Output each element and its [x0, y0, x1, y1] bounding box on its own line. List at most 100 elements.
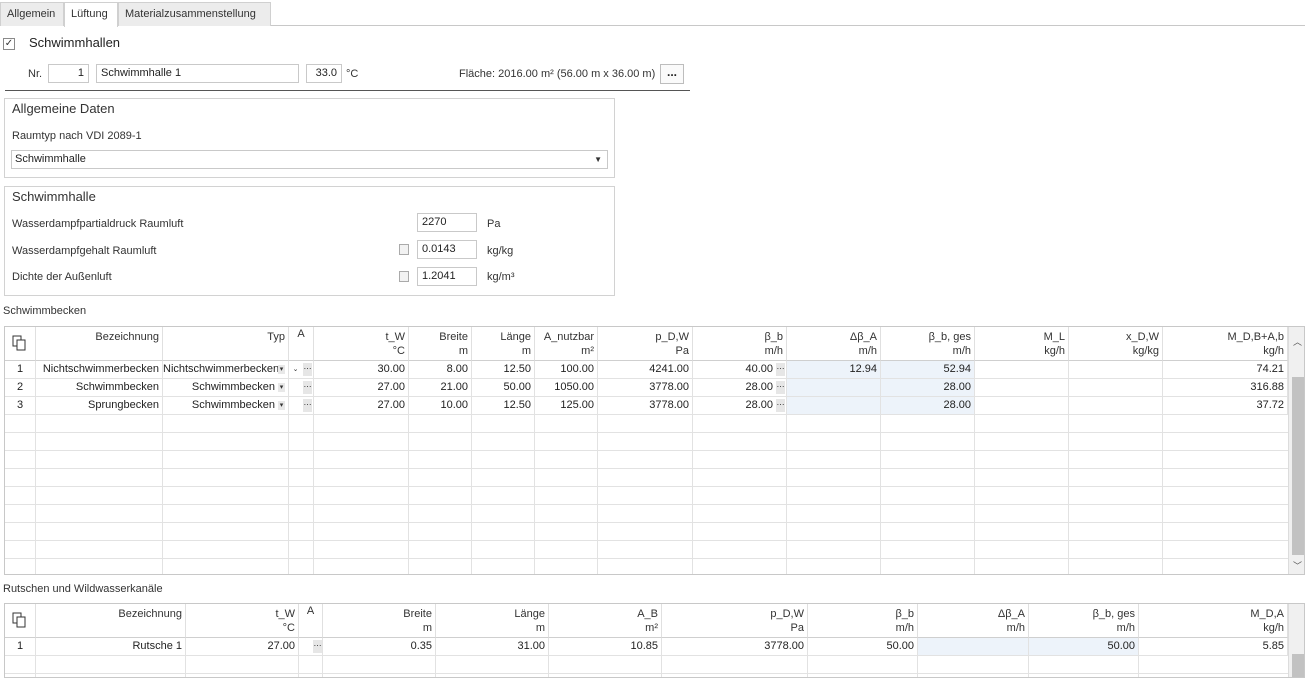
cell-tw[interactable]: 27.00 [186, 638, 299, 656]
scroll-up-icon[interactable]: ︿ [1289, 335, 1304, 348]
cell-laenge[interactable]: 31.00 [436, 638, 549, 656]
ellipsis-icon[interactable]: ⋯ [776, 363, 785, 376]
cell-type[interactable]: Schwimmbecken ▾ [163, 397, 289, 415]
cell-anutz[interactable]: 1050.00 [535, 379, 598, 397]
cell-tw[interactable]: 27.00 [314, 379, 409, 397]
cell-bbges[interactable]: 28.00 [881, 397, 975, 415]
cell-bbges[interactable]: 28.00 [881, 379, 975, 397]
cell-md[interactable]: 5.85 [1139, 638, 1288, 656]
cell-laenge[interactable]: 50.00 [472, 379, 535, 397]
cell-dba[interactable] [787, 379, 881, 397]
cell-ml[interactable] [975, 397, 1069, 415]
schwimmhallen-checkbox[interactable]: ✓ [3, 38, 15, 50]
cell-pdw[interactable]: 3778.00 [598, 397, 693, 415]
column-header: β_b m/h [808, 604, 918, 638]
column-header-unit: m/h [764, 345, 783, 357]
cell-dba[interactable]: 12.94 [787, 361, 881, 379]
empty-row [5, 415, 1288, 433]
vapor-pressure-field[interactable]: 2270 [417, 213, 477, 232]
air-density-field[interactable]: 1.2041 [417, 267, 477, 286]
calculator-icon[interactable] [399, 271, 409, 282]
cell-anutz[interactable]: 100.00 [535, 361, 598, 379]
column-header: Bezeichnung [36, 604, 186, 638]
cell-dba[interactable] [787, 397, 881, 415]
chevron-down-icon[interactable]: ⌄ [292, 365, 299, 374]
a-cell[interactable]: ⋯ [289, 397, 314, 415]
cell-name[interactable]: Nichtschwimmerbecken [36, 361, 163, 379]
cell-breite[interactable]: 8.00 [409, 361, 472, 379]
hall-name-field[interactable]: Schwimmhalle 1 [96, 64, 299, 83]
scrollbar-thumb[interactable] [1292, 377, 1304, 555]
column-header-unit: °C [392, 345, 405, 357]
cell-xdw[interactable] [1069, 379, 1163, 397]
chevron-down-icon[interactable]: ▾ [278, 365, 285, 374]
cell-bb[interactable]: 28.00 ⋯ [693, 379, 787, 397]
vertical-scrollbar[interactable]: ︿ ﹀ [1288, 327, 1304, 574]
ellipsis-icon[interactable]: ⋯ [313, 640, 322, 653]
cell-tw[interactable]: 27.00 [314, 397, 409, 415]
hall-number-field[interactable]: 1 [48, 64, 89, 83]
hall-temperature-field[interactable]: 33.0 [306, 64, 342, 83]
column-header-name: A [306, 605, 315, 617]
ellipsis-icon[interactable]: ⋯ [776, 399, 785, 412]
tab-allgemein[interactable]: Allgemein [0, 2, 64, 26]
cell-bb[interactable]: 40.00 ⋯ [693, 361, 787, 379]
cell-md[interactable]: 316.88 [1163, 379, 1288, 397]
grid-line [298, 656, 299, 677]
cell-md[interactable]: 74.21 [1163, 361, 1288, 379]
scroll-down-icon[interactable]: ﹀ [1289, 559, 1304, 572]
ellipsis-icon[interactable]: ⋯ [303, 381, 312, 394]
ellipsis-icon[interactable]: ⋯ [303, 363, 312, 376]
cell-md[interactable]: 37.72 [1163, 397, 1288, 415]
cell-xdw[interactable] [1069, 361, 1163, 379]
a-cell[interactable]: ⋯ [299, 638, 323, 656]
column-header-unit: m [458, 345, 468, 357]
cell-breite[interactable]: 21.00 [409, 379, 472, 397]
vertical-scrollbar[interactable] [1288, 604, 1304, 677]
scrollbar-thumb[interactable] [1292, 654, 1304, 677]
calculator-icon[interactable] [399, 244, 409, 255]
cell-pdw[interactable]: 3778.00 [598, 379, 693, 397]
cell-bbges[interactable]: 50.00 [1029, 638, 1139, 656]
tab-materialzusammenstellung[interactable]: Materialzusammenstellung [118, 2, 271, 26]
copy-icon[interactable] [12, 335, 26, 351]
cell-name[interactable]: Rutsche 1 [36, 638, 186, 656]
cell-ab[interactable]: 10.85 [549, 638, 662, 656]
cell-name[interactable]: Schwimmbecken [36, 379, 163, 397]
cell-bb[interactable]: 28.00 ⋯ [693, 397, 787, 415]
a-cell[interactable]: ⌄ ⋯ [289, 361, 314, 379]
cell-bbges[interactable]: 52.94 [881, 361, 975, 379]
area-more-button[interactable]: ... [660, 64, 684, 84]
cell-ml[interactable] [975, 361, 1069, 379]
column-header-name: A [297, 328, 305, 340]
cell-laenge[interactable]: 12.50 [472, 361, 535, 379]
cell-xdw[interactable] [1069, 397, 1163, 415]
grid-line [974, 415, 975, 574]
cell-bb[interactable]: 50.00 [808, 638, 918, 656]
copy-icon[interactable] [12, 612, 26, 628]
cell-anutz[interactable]: 125.00 [535, 397, 598, 415]
column-header-unit: m [422, 622, 432, 634]
ellipsis-icon[interactable]: ⋯ [303, 399, 312, 412]
a-cell[interactable]: ⋯ [289, 379, 314, 397]
cell-name[interactable]: Sprungbecken [36, 397, 163, 415]
ellipsis-icon[interactable]: ⋯ [776, 381, 785, 394]
cell-breite[interactable]: 10.00 [409, 397, 472, 415]
cell-tw[interactable]: 30.00 [314, 361, 409, 379]
cell-breite[interactable]: 0.35 [323, 638, 436, 656]
cell-pdw[interactable]: 3778.00 [662, 638, 808, 656]
chevron-down-icon[interactable]: ▾ [278, 383, 285, 392]
empty-row [5, 487, 1288, 505]
cell-pdw[interactable]: 4241.00 [598, 361, 693, 379]
cell-laenge[interactable]: 12.50 [472, 397, 535, 415]
cell-type[interactable]: Schwimmbecken ▾ [163, 379, 289, 397]
room-type-select[interactable]: Schwimmhalle ▼ [11, 150, 608, 169]
grid-line [1138, 656, 1139, 677]
cell-dba[interactable] [918, 638, 1029, 656]
chevron-down-icon[interactable]: ▾ [278, 401, 285, 410]
cell-ml[interactable] [975, 379, 1069, 397]
vapor-content-field[interactable]: 0.0143 [417, 240, 477, 259]
tab-lueftung[interactable]: Lüftung [64, 2, 118, 27]
column-header-name: Länge [514, 608, 545, 620]
cell-type[interactable]: Nichtschwimmerbecken ▾ [163, 361, 289, 379]
